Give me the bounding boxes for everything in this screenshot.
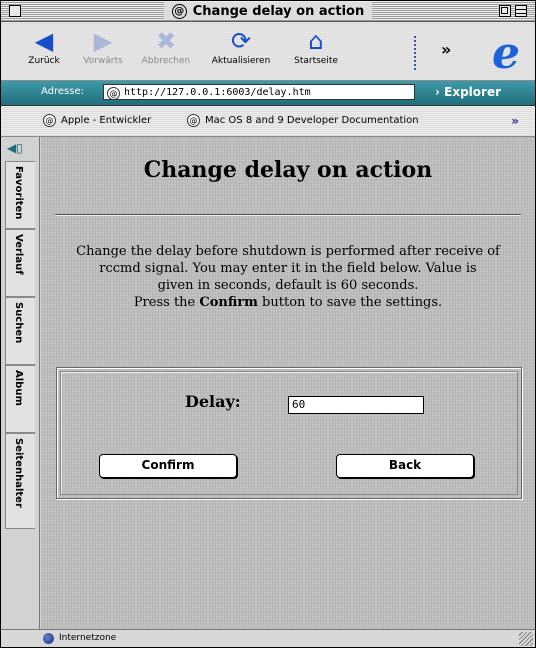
explorer-chevron-icon: › xyxy=(435,85,440,99)
status-bar: Internetzone xyxy=(1,629,535,647)
page-title: Change delay on action xyxy=(143,157,433,183)
description-line: Change the delay before shutdown is perf… xyxy=(76,244,500,259)
resize-handle[interactable] xyxy=(519,632,533,646)
favorite-apple-entwickler[interactable]: @ Apple - Entwickler xyxy=(43,114,151,127)
favorite-at-icon: @ xyxy=(43,114,56,127)
favorite-macos-docs[interactable]: @ Mac OS 8 and 9 Developer Documentation xyxy=(187,114,419,127)
favorite-at-icon: @ xyxy=(187,114,200,127)
collapse-box[interactable] xyxy=(515,5,527,17)
back-page-button[interactable]: Back xyxy=(336,454,474,478)
sidebar-tab-label: Verlauf xyxy=(13,234,24,275)
delay-form: Delay: 60 Confirm Back xyxy=(56,367,522,499)
sidebar-tab-seitenhalter[interactable]: Seitenhalter xyxy=(5,433,35,529)
address-input[interactable]: http://127.0.0.1:6003/delay.htm xyxy=(103,84,415,100)
explorer-sidebar: ◀▯ Favoriten Verlauf Suchen Album Seiten… xyxy=(1,137,40,629)
delay-input[interactable]: 60 xyxy=(288,396,424,414)
window-title: Change delay on action xyxy=(192,3,365,19)
sidebar-tab-favoriten[interactable]: Favoriten xyxy=(5,161,35,229)
forward-button[interactable]: ▶ Vorwärts xyxy=(75,26,131,66)
delay-label: Delay: xyxy=(185,392,241,411)
title-box: @ Change delay on action xyxy=(1,1,535,21)
address-label: Adresse: xyxy=(41,86,84,97)
sidebar-tab-verlauf[interactable]: Verlauf xyxy=(5,229,35,297)
title-inner: @ Change delay on action xyxy=(163,2,373,20)
zoom-box[interactable] xyxy=(499,5,511,17)
confirm-button[interactable]: Confirm xyxy=(99,454,237,478)
stop-label: Abbrechen xyxy=(141,56,191,66)
description-confirm-word: Confirm xyxy=(199,295,258,310)
sidebar-tab-label: Seitenhalter xyxy=(13,438,24,508)
forward-label: Vorwärts xyxy=(83,56,123,66)
browser-window: @ Change delay on action ◀ Zurück ▶ Vorw… xyxy=(0,0,536,648)
divider xyxy=(55,214,521,216)
sidebar-handle-icon[interactable]: ◀▯ xyxy=(7,141,31,155)
back-button[interactable]: ◀ Zurück xyxy=(19,26,69,66)
refresh-icon: ⟳ xyxy=(230,27,252,55)
favorite-label: Mac OS 8 and 9 Developer Documentation xyxy=(205,115,419,126)
toolbar-separator xyxy=(414,36,416,70)
title-bar[interactable]: @ Change delay on action xyxy=(1,1,535,22)
address-bar: Adresse: http://127.0.0.1:6003/delay.htm… xyxy=(1,81,535,106)
forward-arrow-icon: ▶ xyxy=(93,27,113,55)
toolbar: ◀ Zurück ▶ Vorwärts ✖ Abbrechen ⟳ Aktual… xyxy=(1,22,535,81)
refresh-label: Aktualisieren xyxy=(211,56,271,66)
url-at-icon: @ xyxy=(107,87,120,100)
description-line: given in seconds, default is 60 seconds. xyxy=(157,278,419,293)
page-at-icon: @ xyxy=(171,3,187,19)
refresh-button[interactable]: ⟳ Aktualisieren xyxy=(203,26,279,66)
sidebar-tab-suchen[interactable]: Suchen xyxy=(5,297,35,365)
favorites-more-icon[interactable]: » xyxy=(511,114,519,128)
favorites-bar: @ Apple - Entwickler @ Mac OS 8 and 9 De… xyxy=(1,106,535,137)
home-icon: ⌂ xyxy=(308,27,324,55)
ie-logo-icon: e xyxy=(492,28,520,79)
page-content: Change delay on action Change the delay … xyxy=(41,137,535,629)
sidebar-tab-label: Suchen xyxy=(13,302,24,344)
sidebar-tab-album[interactable]: Album xyxy=(5,365,35,433)
globe-icon xyxy=(43,633,54,644)
security-zone: Internetzone xyxy=(59,633,117,643)
back-arrow-icon: ◀ xyxy=(34,27,54,55)
back-label: Zurück xyxy=(28,56,60,66)
sidebar-tab-label: Album xyxy=(13,370,24,406)
description-prefix: Press the xyxy=(133,295,196,310)
sidebar-tab-label: Favoriten xyxy=(13,166,24,220)
stop-button[interactable]: ✖ Abbrechen xyxy=(133,26,199,66)
favorite-label: Apple - Entwickler xyxy=(61,115,152,126)
home-label: Startseite xyxy=(294,56,338,66)
stop-x-icon: ✖ xyxy=(155,27,177,55)
toolbar-more-icon[interactable]: » xyxy=(441,40,451,59)
description-line: Press the Confirm button to save the set… xyxy=(51,294,525,311)
page-description: Change the delay before shutdown is perf… xyxy=(51,243,525,311)
explorer-label: Explorer xyxy=(444,85,501,99)
description-suffix: button to save the settings. xyxy=(262,295,443,310)
explorer-tab[interactable]: › Explorer xyxy=(431,83,535,102)
description-line: rccmd signal. You may enter it in the fi… xyxy=(99,261,477,276)
home-button[interactable]: ⌂ Startseite xyxy=(283,26,349,66)
